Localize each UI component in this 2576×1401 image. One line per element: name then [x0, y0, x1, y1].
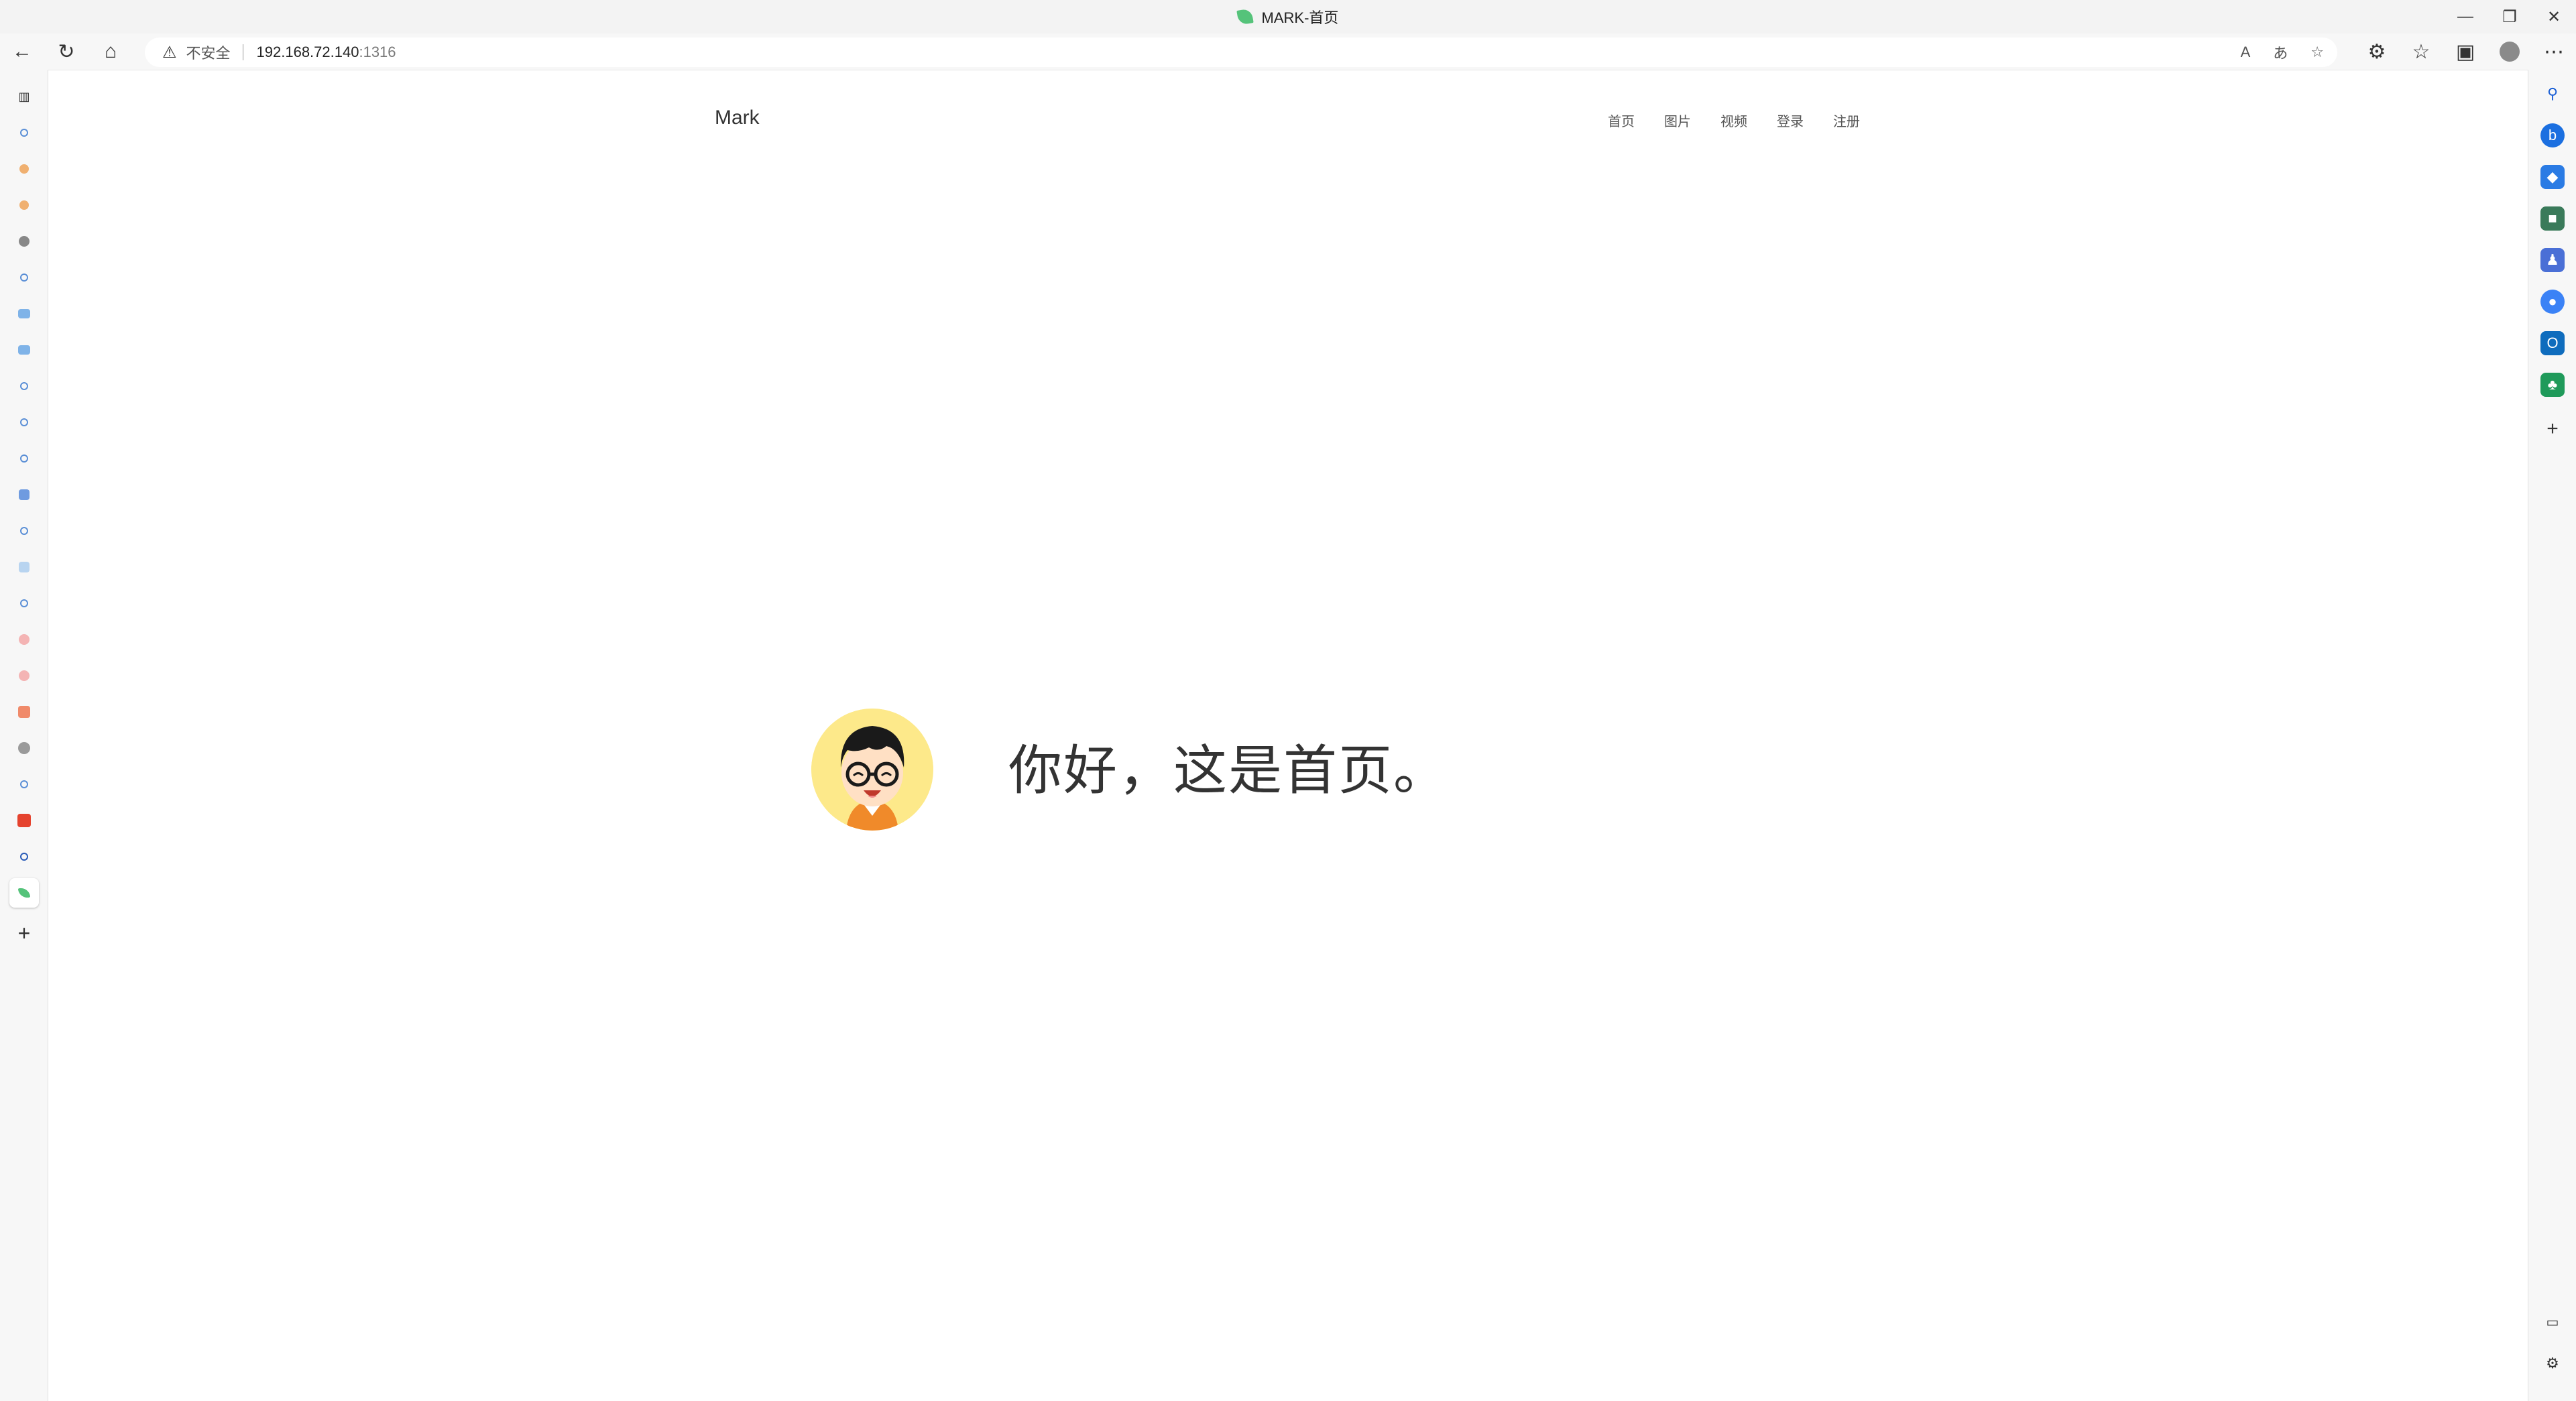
search-tab-icon[interactable]: [9, 770, 39, 799]
shopping-icon[interactable]: ◆: [2540, 165, 2565, 189]
active-tab-leaf-icon[interactable]: [9, 878, 39, 908]
tab-icon[interactable]: [9, 480, 39, 509]
search-icon[interactable]: ⚲: [2540, 82, 2565, 106]
nav-link-home[interactable]: 首页: [1608, 111, 1635, 130]
tab-icon[interactable]: [9, 625, 39, 654]
add-favorite-icon[interactable]: ☆: [2310, 44, 2324, 61]
title-bar: MARK-首页 — ❐ ✕: [0, 0, 2576, 34]
add-sidebar-app-icon[interactable]: +: [2540, 417, 2565, 441]
nav-link-images[interactable]: 图片: [1664, 111, 1691, 130]
warning-icon[interactable]: ⚠: [162, 43, 177, 62]
address-bar-actions: A あ ☆: [2241, 38, 2324, 67]
toolbar-right: ⚙ ☆ ▣ ⋯: [2355, 34, 2576, 70]
tab-icon[interactable]: [9, 190, 39, 220]
collections-icon[interactable]: ▣: [2443, 34, 2487, 70]
tab-title[interactable]: MARK-首页: [1236, 6, 1339, 27]
home-icon[interactable]: ⌂: [89, 34, 133, 70]
search-tab-icon[interactable]: [9, 263, 39, 292]
address-bar[interactable]: ⚠ 不安全 192.168.72.140 :1316 A あ ☆: [145, 38, 2337, 67]
site-brand[interactable]: Mark: [715, 107, 760, 129]
restore-icon[interactable]: ❐: [2487, 0, 2532, 34]
search-tab-icon[interactable]: [9, 371, 39, 401]
search-tab-icon[interactable]: [9, 516, 39, 546]
hero-headline: 你好，这是首页。: [1008, 739, 1448, 802]
vertical-tab-strip: ▥ +: [0, 70, 48, 1401]
right-sidebar: ⚲ b ◆ ■ ♟ ● O ♣ + ▭ ⚙: [2528, 70, 2576, 1401]
search-tab-icon[interactable]: [9, 444, 39, 473]
browser-toolbar: ← ↻ ⌂ ⚠ 不安全 192.168.72.140 :1316 A あ ☆ ⚙…: [0, 34, 2576, 70]
hero-avatar: [811, 709, 933, 831]
url-port[interactable]: :1316: [359, 44, 396, 61]
tv-tab-icon[interactable]: [9, 299, 39, 328]
translate-icon[interactable]: あ: [2273, 42, 2288, 63]
close-icon[interactable]: ✕: [2532, 0, 2576, 34]
tools-icon[interactable]: ■: [2540, 206, 2565, 231]
minimize-icon[interactable]: —: [2443, 0, 2487, 34]
sidebar-settings-icon[interactable]: ⚙: [2540, 1351, 2565, 1376]
site-nav: 首页 图片 视频 登录 注册: [1608, 111, 1860, 130]
office-icon[interactable]: ●: [2540, 290, 2565, 314]
more-icon[interactable]: ⋯: [2532, 34, 2576, 70]
drop-tree-icon[interactable]: ♣: [2540, 373, 2565, 397]
new-tab-icon[interactable]: +: [9, 918, 39, 948]
tab-actions-icon[interactable]: ▥: [9, 82, 39, 111]
search-tab-icon[interactable]: [9, 118, 39, 147]
search-tab-icon[interactable]: [9, 408, 39, 437]
outlook-icon[interactable]: O: [2540, 331, 2565, 355]
profile-avatar: [2500, 42, 2520, 62]
refresh-icon[interactable]: ↻: [44, 34, 89, 70]
url-host[interactable]: 192.168.72.140: [257, 44, 359, 61]
tab-icon[interactable]: [9, 733, 39, 763]
nav-link-login[interactable]: 登录: [1777, 111, 1804, 130]
nav-link-videos[interactable]: 视频: [1720, 111, 1747, 130]
tab-title-text: MARK-首页: [1261, 9, 1339, 26]
search-tab-icon[interactable]: [9, 589, 39, 618]
window-controls: — ❐ ✕: [2443, 0, 2576, 34]
page-viewport: Mark 首页 图片 视频 登录 注册 你好，这是首页。: [48, 70, 2528, 1401]
read-aloud-icon[interactable]: A: [2241, 44, 2251, 61]
tab-icon[interactable]: [9, 697, 39, 727]
back-arrow-icon[interactable]: ←: [0, 34, 44, 70]
csdn-tab-icon[interactable]: [9, 806, 39, 835]
tab-icon[interactable]: [9, 661, 39, 690]
games-icon[interactable]: ♟: [2540, 248, 2565, 272]
leaf-favicon-icon: [1236, 8, 1254, 25]
cartoon-avatar-icon: [811, 709, 933, 831]
profile-icon[interactable]: [2487, 34, 2532, 70]
favorites-icon[interactable]: ☆: [2399, 34, 2443, 70]
tv-tab-icon[interactable]: [9, 335, 39, 365]
search-tab-icon[interactable]: [9, 842, 39, 871]
security-label[interactable]: 不安全: [186, 42, 231, 63]
nav-link-register[interactable]: 注册: [1833, 111, 1860, 130]
browser-window: MARK-首页 — ❐ ✕ ← ↻ ⌂ ⚠ 不安全 192.168.72.140…: [0, 0, 2576, 1401]
tab-icon[interactable]: [9, 552, 39, 582]
extensions-icon[interactable]: ⚙: [2355, 34, 2399, 70]
sidebar-layout-icon[interactable]: ▭: [2540, 1310, 2565, 1334]
tab-icon[interactable]: [9, 154, 39, 184]
bing-chat-icon[interactable]: b: [2540, 123, 2565, 147]
github-tab-icon[interactable]: [9, 227, 39, 256]
